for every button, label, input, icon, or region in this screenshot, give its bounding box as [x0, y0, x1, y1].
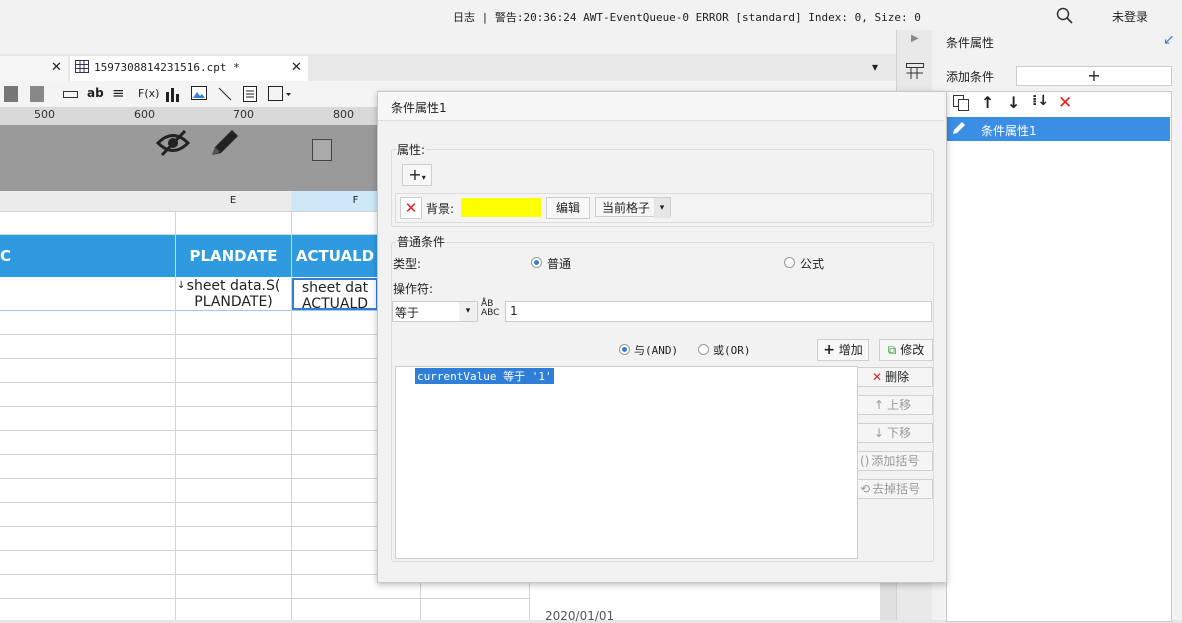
- grid-line: [175, 211, 176, 620]
- grid-icon[interactable]: [30, 86, 44, 102]
- expand-down-icon: ↓: [177, 280, 186, 291]
- delete-button[interactable]: ✕ 删除: [857, 367, 933, 387]
- type-normal-radio[interactable]: [531, 257, 542, 268]
- remove-attribute-icon[interactable]: ✕: [400, 197, 422, 219]
- column-header-e[interactable]: E: [175, 191, 292, 212]
- condition-list[interactable]: [946, 91, 1172, 622]
- widget-icon[interactable]: [312, 139, 332, 161]
- cell-text-line: PLANDATE): [194, 294, 273, 310]
- move-up-button[interactable]: ↑ 上移: [857, 395, 933, 415]
- delete-icon[interactable]: ✕: [1058, 93, 1072, 113]
- text-icon[interactable]: ab: [87, 86, 104, 100]
- expand-icon[interactable]: ↙: [1163, 32, 1175, 48]
- search-icon[interactable]: [1056, 7, 1074, 28]
- copy-icon[interactable]: [953, 95, 969, 114]
- log-message[interactable]: 日志 | 警告:20:36:24 AWT-EventQueue-0 ERROR …: [453, 9, 921, 25]
- formula-icon[interactable]: F(x): [138, 87, 159, 100]
- or-label: 或(OR): [713, 344, 751, 357]
- collapse-arrow-icon[interactable]: ▶: [911, 33, 919, 44]
- list-item-label: 条件属性1: [981, 124, 1037, 138]
- cell-attribute-icon[interactable]: [906, 63, 924, 82]
- image-icon[interactable]: [191, 86, 207, 103]
- report-file-icon: [75, 60, 89, 76]
- add-condition-button[interactable]: +: [1016, 66, 1172, 86]
- value-type-icon[interactable]: ÅB ABC: [481, 300, 499, 318]
- column-header[interactable]: [0, 191, 176, 212]
- pencil-icon: [951, 120, 967, 139]
- add-button[interactable]: + 增加: [817, 339, 869, 361]
- edit-button[interactable]: 编辑: [546, 197, 590, 219]
- slash-icon[interactable]: [217, 86, 233, 105]
- textbox-icon[interactable]: [63, 91, 78, 98]
- close-icon[interactable]: ✕: [51, 60, 62, 75]
- add-attribute-button[interactable]: +▾: [402, 164, 432, 186]
- date-label: 2020/01/01: [545, 609, 615, 623]
- eye-hidden-icon[interactable]: [155, 128, 191, 161]
- dialog-title-bar[interactable]: [378, 92, 944, 121]
- grid-line: [291, 211, 292, 620]
- cell-text-line: sheet dat: [301, 280, 369, 296]
- or-radio[interactable]: [698, 344, 709, 355]
- background-color-swatch[interactable]: [461, 198, 541, 217]
- condition-list-box[interactable]: [395, 366, 858, 559]
- chart-icon[interactable]: [165, 86, 181, 105]
- ruler-tick: 500: [34, 108, 55, 121]
- normal-condition-label: 普通条件: [396, 233, 447, 250]
- data-cell-plandate[interactable]: sheet data.S( PLANDATE): [176, 278, 291, 310]
- attribute-group-label: 属性:: [396, 141, 427, 158]
- operator-select[interactable]: 等于 ▾: [392, 301, 478, 322]
- value-input[interactable]: 1: [505, 301, 932, 322]
- ruler-tick: 700: [233, 108, 254, 121]
- dialog-title: 条件属性1: [391, 101, 447, 115]
- type-formula-label: 公式: [800, 257, 825, 271]
- header-cell[interactable]: C: [0, 235, 175, 277]
- type-normal-label: 普通: [547, 257, 572, 271]
- header-cell-plandate[interactable]: PLANDATE: [176, 235, 291, 277]
- type-formula-radio[interactable]: [784, 257, 795, 268]
- close-icon[interactable]: ✕: [291, 60, 302, 75]
- tab-label: 1597308814231516.cpt *: [94, 61, 240, 74]
- dropdown-menu-icon[interactable]: ▾: [872, 60, 878, 74]
- cell-text-line: sheet data.S(: [186, 278, 281, 294]
- cell-text-line: ACTUALD: [301, 296, 369, 310]
- type-label: 类型:: [393, 257, 422, 271]
- move-down-button[interactable]: ↓ 下移: [857, 423, 933, 443]
- insert-cell-icon[interactable]: [4, 86, 18, 102]
- modify-button[interactable]: ⧉ 修改: [879, 339, 933, 361]
- border-icon[interactable]: [268, 86, 292, 105]
- operator-label: 操作符:: [393, 282, 434, 296]
- background-label: 背景:: [426, 202, 455, 216]
- pencil-icon[interactable]: [208, 127, 242, 162]
- ruler-tick: 600: [134, 108, 155, 121]
- add-bracket-button[interactable]: () 添加括号: [857, 451, 933, 471]
- and-label: 与(AND): [634, 344, 679, 357]
- subreport-icon[interactable]: [243, 86, 257, 105]
- move-up-icon[interactable]: ↑: [981, 93, 994, 112]
- vertical-scrollbar[interactable]: [880, 581, 896, 620]
- sort-icon[interactable]: ⁞↓: [1032, 93, 1049, 109]
- align-icon[interactable]: ≡: [112, 84, 125, 102]
- grid-line: [0, 598, 530, 599]
- login-link[interactable]: 未登录: [1112, 8, 1148, 25]
- ruler-tick: 800: [333, 108, 354, 121]
- remove-bracket-button[interactable]: ⟲ 去掉括号: [857, 479, 933, 499]
- condition-entry[interactable]: currentValue 等于 '1': [415, 368, 554, 384]
- panel-title: 条件属性: [946, 36, 995, 50]
- move-down-icon[interactable]: ↓: [1007, 93, 1020, 112]
- scope-select[interactable]: 当前格子 ▾: [595, 197, 671, 218]
- add-condition-label: 添加条件: [946, 70, 995, 84]
- data-cell-actualdate[interactable]: sheet dat ACTUALD: [292, 278, 378, 310]
- and-radio[interactable]: [619, 344, 630, 355]
- header-cell-actualdate[interactable]: ACTUALD: [292, 235, 378, 277]
